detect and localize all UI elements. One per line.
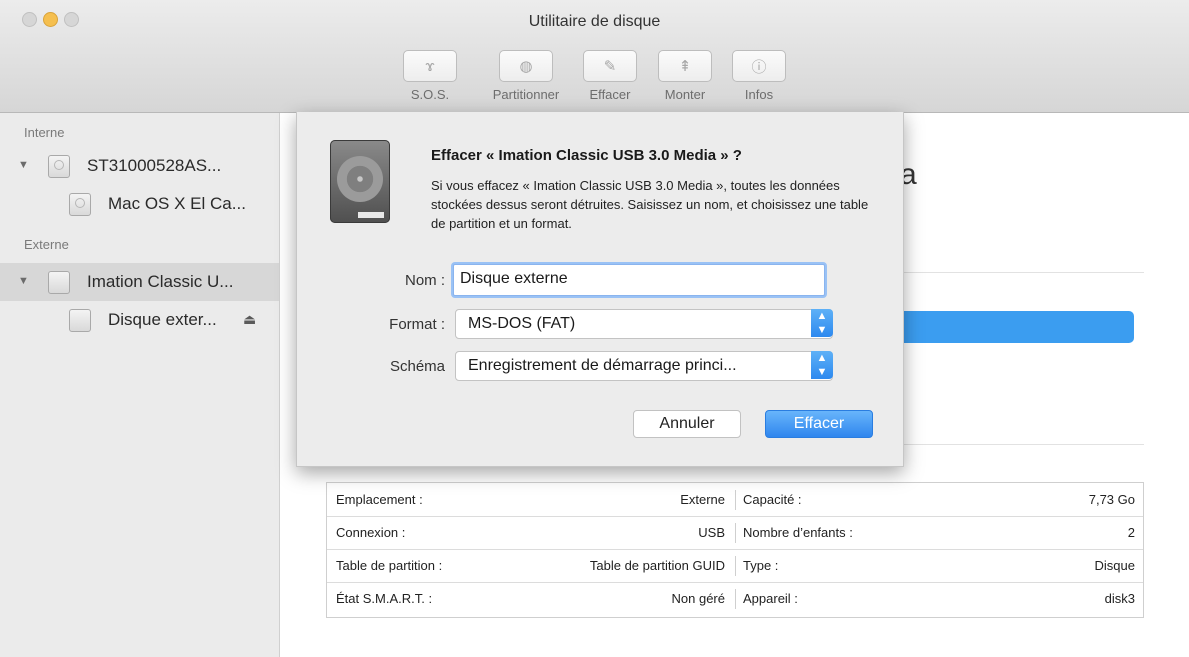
erase-dialog-sheet: Effacer « Imation Classic USB 3.0 Media … [296,112,904,467]
info-key: Emplacement : [336,492,423,507]
eject-icon[interactable]: ⏏ [243,311,256,328]
volume-icon [69,193,91,216]
toolbar-mount-button[interactable]: ⇞ Monter [657,50,713,102]
toolbar-sos-label: S.O.S. [410,87,450,102]
toolbar-sos-button[interactable]: ɤ S.O.S. [402,50,458,102]
sidebar-header-internal: Interne [24,125,65,140]
sidebar-item-external-volume[interactable]: Disque exter... ⏏ [0,301,279,339]
sidebar-header-external: Externe [24,237,69,252]
sidebar-item-label: Disque exter... [108,310,217,329]
info-key: Table de partition : [336,558,443,573]
scheme-label: Schéma [389,358,445,375]
info-row: Emplacement : Externe Capacité : 7,73 Go [327,483,1143,517]
sidebar-item-internal-disk[interactable]: ▼ ST31000528AS... [0,147,279,185]
scheme-value: Enregistrement de démarrage princi... [468,357,737,374]
info-key: Nombre d’enfants : [743,525,853,540]
sidebar-item-label: Mac OS X El Ca... [108,194,246,213]
volume-icon [69,309,91,332]
disk-platter [337,156,383,202]
info-table: Emplacement : Externe Capacité : 7,73 Go… [326,482,1144,618]
sidebar-item-label: ST31000528AS... [87,156,222,175]
partition-icon: ◍ [499,50,553,82]
drive-connector [358,212,384,218]
scheme-popup[interactable]: Enregistrement de démarrage princi... ▲ ▼ [455,351,833,381]
capacity-bar [902,311,1134,343]
stethoscope-icon: ɤ [403,50,457,82]
info-key: Capacité : [743,492,802,507]
info-icon: ⓘ [732,50,786,82]
toolbar-info-button[interactable]: ⓘ Infos [731,50,787,102]
dialog-message: Si vous effacez « Imation Classic USB 3.… [431,178,869,231]
name-field-wrapper [453,264,825,296]
info-row: Table de partition : Table de partition … [327,549,1143,583]
sidebar-item-imation-disk[interactable]: ▼ Imation Classic U... [0,263,279,301]
info-value: 7,73 Go [1088,492,1135,507]
sidebar-item-label: Imation Classic U... [87,272,234,291]
external-disk-icon [48,271,70,294]
info-key: État S.M.A.R.T. : [336,591,433,606]
format-label: Format : [389,316,445,333]
erase-button[interactable]: Effacer [765,410,873,438]
info-value: Externe [680,492,725,507]
info-value: USB [698,525,725,540]
info-key: Appareil : [743,591,798,606]
info-key: Connexion : [336,525,406,540]
info-value: 2 [1127,525,1135,540]
sidebar-item-macos-volume[interactable]: Mac OS X El Ca... [0,185,279,223]
divider [735,523,736,543]
erase-icon: ✎ [583,50,637,82]
dialog-title: Effacer « Imation Classic USB 3.0 Media … [431,147,742,164]
info-row: Connexion : USB Nombre d’enfants : 2 [327,516,1143,550]
disclosure-triangle-icon[interactable]: ▼ [18,159,29,171]
disk-utility-window: Utilitaire de disque ɤ S.O.S. ◍ Partitio… [0,0,1189,657]
divider [902,444,1144,445]
hard-drive-icon [330,140,390,223]
info-value: disk3 [1104,591,1135,606]
toolbar-mount-label: Monter [664,87,706,102]
name-input[interactable] [454,265,816,293]
up-down-arrows-icon: ▲ ▼ [811,309,833,337]
info-value: Non géré [671,591,725,606]
toolbar-erase-label: Effacer [589,87,631,102]
divider [735,556,736,576]
divider [735,490,736,510]
disclosure-triangle-icon[interactable]: ▼ [18,275,29,287]
toolbar-partition-button[interactable]: ◍ Partitionner [478,50,574,102]
window-title: Utilitaire de disque [528,13,661,30]
format-popup[interactable]: MS-DOS (FAT) ▲ ▼ [455,309,833,339]
format-value: MS-DOS (FAT) [468,315,576,332]
info-row: État S.M.A.R.T. : Non géré Appareil : di… [327,582,1143,615]
mount-icon: ⇞ [658,50,712,82]
divider [902,272,1144,273]
info-value: Table de partition GUID [589,558,725,573]
sidebar: Interne ▼ ST31000528AS... Mac OS X El Ca… [0,113,280,657]
toolbar-partition-label: Partitionner [492,87,560,102]
hard-disk-icon [48,155,70,178]
name-label: Nom : [404,272,445,289]
cancel-button[interactable]: Annuler [633,410,741,438]
toolbar-info-label: Infos [744,87,774,102]
info-value: Disque [1094,558,1135,573]
titlebar: Utilitaire de disque ɤ S.O.S. ◍ Partitio… [0,0,1189,113]
up-down-arrows-icon: ▲ ▼ [811,351,833,379]
info-key: Type : [743,558,779,573]
toolbar-erase-button[interactable]: ✎ Effacer [582,50,638,102]
divider [735,589,736,609]
